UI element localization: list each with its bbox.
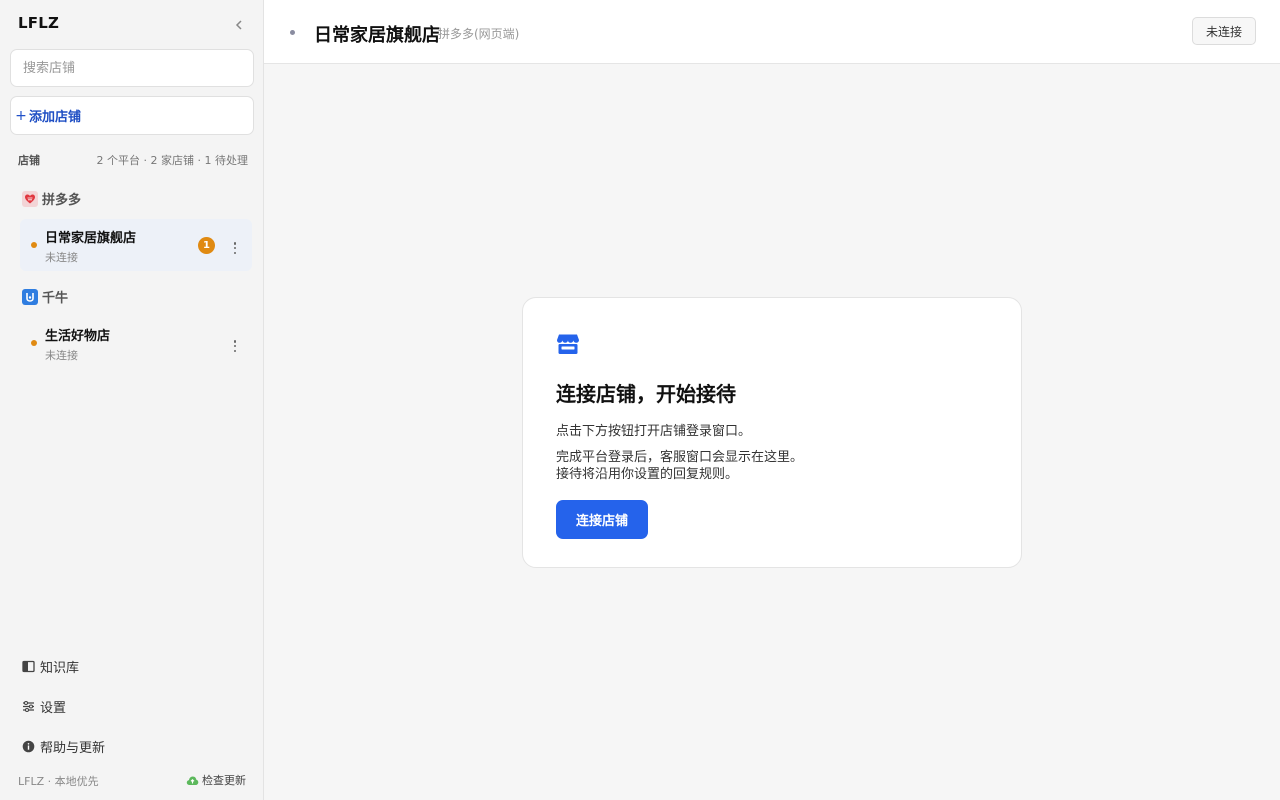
collapse-sidebar-button[interactable]: [230, 16, 248, 34]
store-search-input[interactable]: [10, 49, 254, 87]
store-status: 未连接: [45, 251, 78, 264]
app-brand: LFLZ: [18, 14, 60, 32]
store-item-life-goods[interactable]: 生活好物店 未连接: [20, 317, 252, 369]
platform-name: 千牛: [42, 291, 69, 306]
card-detail-line: 接待将沿用你设置的回复规则。: [556, 467, 739, 482]
platform-name: 拼多多: [42, 193, 82, 208]
pinduoduo-logo-icon: [22, 190, 38, 207]
store-item-daily-home[interactable]: 日常家居旗舰店 未连接 1: [20, 219, 252, 271]
sliders-icon: [22, 700, 35, 713]
card-description: 点击下方按钮打开店铺登录窗口。: [556, 424, 752, 439]
cloud-upload-icon: [186, 775, 199, 786]
status-dot: [290, 30, 295, 35]
platform-group-pinduoduo: 拼多多: [22, 189, 81, 208]
plus-icon: +: [15, 107, 27, 124]
chevron-left-icon: [235, 20, 242, 30]
info-icon: [22, 740, 35, 753]
nav-label: 帮助与更新: [40, 741, 106, 756]
main-header: 日常家居旗舰店 拼多多(网页端) 未连接: [264, 0, 1280, 64]
storefront-icon: [556, 333, 580, 355]
nav-settings[interactable]: 设置: [22, 697, 66, 716]
nav-help-updates[interactable]: 帮助与更新: [22, 737, 105, 756]
nav-label: 设置: [40, 701, 67, 716]
section-title: 店铺: [18, 154, 40, 167]
check-update-button[interactable]: 检查更新: [186, 772, 246, 788]
pending-status-dot: [31, 242, 37, 248]
pending-count-badge: 1: [198, 237, 215, 254]
check-update-label: 检查更新: [202, 774, 246, 787]
more-options-icon[interactable]: [230, 339, 240, 353]
store-status: 未连接: [45, 349, 78, 362]
connect-store-button[interactable]: 连接店铺: [556, 500, 648, 539]
nav-label: 知识库: [40, 661, 80, 676]
page-subtitle: 拼多多(网页端): [438, 27, 520, 41]
stores-section-header: 店铺 2 个平台 · 2 家店铺 · 1 待处理: [18, 152, 248, 168]
platform-group-qianniu: 千牛: [22, 287, 68, 306]
footer-brand: LFLZ · 本地优先: [18, 775, 99, 788]
card-description-detail: 完成平台登录后，客服窗口会显示在这里。 接待将沿用你设置的回复规则。: [556, 449, 803, 483]
pending-status-dot: [31, 340, 37, 346]
store-name: 日常家居旗舰店: [45, 231, 137, 246]
sidebar: LFLZ + 添加店铺 店铺 2 个平台 · 2 家店铺 · 1 待处理 拼多多…: [0, 0, 264, 800]
section-stats: 2 个平台 · 2 家店铺 · 1 待处理: [96, 154, 248, 167]
connect-store-card: 连接店铺，开始接待 点击下方按钮打开店铺登录窗口。 完成平台登录后，客服窗口会显…: [522, 297, 1022, 568]
book-icon: [22, 660, 35, 673]
connection-status-badge[interactable]: 未连接: [1192, 17, 1256, 45]
card-detail-line: 完成平台登录后，客服窗口会显示在这里。: [556, 450, 804, 465]
qianniu-logo-icon: [22, 288, 38, 305]
add-store-label: 添加店铺: [29, 110, 82, 125]
card-title: 连接店铺，开始接待: [556, 382, 736, 406]
page-title: 日常家居旗舰店: [314, 25, 440, 46]
store-name: 生活好物店: [45, 329, 111, 344]
nav-knowledge-base[interactable]: 知识库: [22, 657, 79, 676]
add-store-button[interactable]: + 添加店铺: [10, 96, 254, 135]
more-options-icon[interactable]: [230, 241, 240, 255]
